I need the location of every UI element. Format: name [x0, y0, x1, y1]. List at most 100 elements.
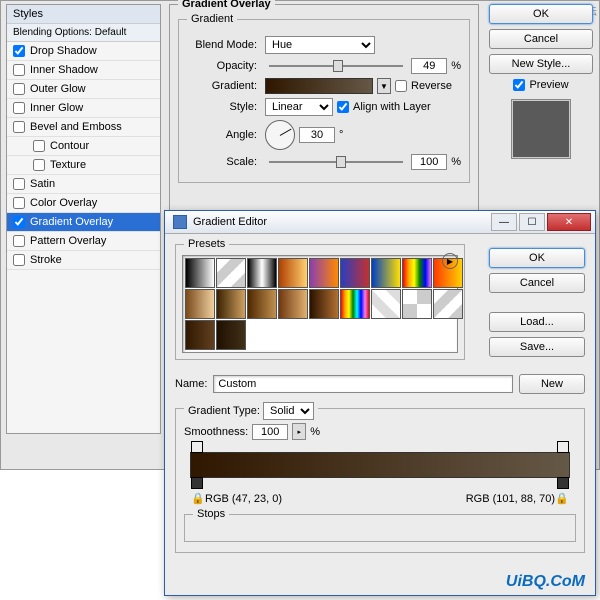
align-checkbox[interactable] — [337, 101, 349, 113]
preset-swatch[interactable] — [309, 258, 339, 288]
right-button-panel: OK Cancel New Style... Preview — [489, 4, 593, 167]
preset-swatch[interactable] — [185, 258, 215, 288]
preset-swatch[interactable] — [309, 289, 339, 319]
style-checkbox[interactable] — [13, 254, 25, 266]
gradient-editor-title: Gradient Editor — [193, 216, 267, 228]
style-checkbox[interactable] — [33, 159, 45, 171]
opacity-stop-right[interactable] — [557, 441, 569, 453]
stops-group: Stops — [184, 514, 576, 542]
opacity-input[interactable] — [411, 58, 447, 74]
preview-checkbox[interactable] — [513, 79, 525, 91]
preview-swatch — [511, 99, 571, 159]
opacity-slider[interactable] — [269, 65, 403, 67]
preset-swatch[interactable] — [433, 289, 463, 319]
ok-button[interactable]: OK — [489, 4, 593, 24]
styles-header[interactable]: Styles — [7, 5, 160, 24]
style-checkbox[interactable] — [13, 45, 25, 57]
panel-title: Gradient Overlay — [178, 0, 275, 10]
style-item-outer-glow[interactable]: Outer Glow — [7, 80, 160, 99]
style-item-satin[interactable]: Satin — [7, 175, 160, 194]
preset-swatch[interactable] — [185, 289, 215, 319]
ge-load-button[interactable]: Load... — [489, 312, 585, 332]
close-button[interactable]: ✕ — [547, 213, 591, 231]
style-label: Contour — [50, 140, 89, 152]
cancel-button[interactable]: Cancel — [489, 29, 593, 49]
style-item-drop-shadow[interactable]: Drop Shadow — [7, 42, 160, 61]
preset-swatch[interactable] — [340, 289, 370, 319]
style-label: Satin — [30, 178, 55, 190]
style-checkbox[interactable] — [13, 216, 25, 228]
presets-menu-button[interactable]: ▶ — [442, 253, 458, 269]
style-checkbox[interactable] — [13, 178, 25, 190]
preset-swatch[interactable] — [278, 289, 308, 319]
gradient-dropdown-arrow[interactable]: ▼ — [377, 78, 391, 94]
style-item-contour[interactable]: Contour — [7, 137, 160, 156]
angle-dial[interactable] — [265, 120, 295, 150]
presets-grid — [182, 255, 458, 353]
preset-swatch[interactable] — [216, 320, 246, 350]
angle-input[interactable] — [299, 127, 335, 143]
scale-input[interactable] — [411, 154, 447, 170]
maximize-button[interactable]: ☐ — [519, 213, 545, 231]
color-stop-right[interactable] — [557, 477, 569, 489]
preset-swatch[interactable] — [216, 289, 246, 319]
scale-label: Scale: — [187, 156, 257, 168]
gradient-group-title: Gradient — [187, 13, 237, 25]
style-item-pattern-overlay[interactable]: Pattern Overlay — [7, 232, 160, 251]
preset-swatch[interactable] — [402, 289, 432, 319]
ge-save-button[interactable]: Save... — [489, 337, 585, 357]
style-label: Outer Glow — [30, 83, 86, 95]
style-checkbox[interactable] — [13, 121, 25, 133]
style-item-stroke[interactable]: Stroke — [7, 251, 160, 270]
stops-label: Stops — [193, 508, 229, 520]
minimize-button[interactable]: — — [491, 213, 517, 231]
style-item-texture[interactable]: Texture — [7, 156, 160, 175]
reverse-checkbox[interactable] — [395, 80, 407, 92]
preset-swatch[interactable] — [340, 258, 370, 288]
style-select[interactable]: Linear — [265, 98, 333, 116]
style-label: Stroke — [30, 254, 62, 266]
blend-mode-select[interactable]: Hue — [265, 36, 375, 54]
smoothness-input[interactable] — [252, 424, 288, 440]
style-checkbox[interactable] — [13, 197, 25, 209]
style-item-gradient-overlay[interactable]: Gradient Overlay — [7, 213, 160, 232]
style-checkbox[interactable] — [13, 235, 25, 247]
gradient-picker[interactable] — [265, 78, 373, 94]
preview-label: Preview — [529, 79, 568, 91]
preset-swatch[interactable] — [371, 258, 401, 288]
style-checkbox[interactable] — [33, 140, 45, 152]
preset-swatch[interactable] — [402, 258, 432, 288]
color-stop-left[interactable] — [191, 477, 203, 489]
preset-swatch[interactable] — [247, 289, 277, 319]
preset-swatch[interactable] — [216, 258, 246, 288]
gradient-bar[interactable]: 🔒 RGB (47, 23, 0) RGB (101, 88, 70) 🔒 — [190, 452, 570, 478]
style-item-inner-glow[interactable]: Inner Glow — [7, 99, 160, 118]
gradient-type-label: Gradient Type: — [188, 405, 260, 417]
opacity-stop-left[interactable] — [191, 441, 203, 453]
style-item-inner-shadow[interactable]: Inner Shadow — [7, 61, 160, 80]
scale-slider[interactable] — [269, 161, 403, 163]
preset-swatch[interactable] — [247, 258, 277, 288]
smoothness-stepper[interactable]: ▸ — [292, 423, 306, 440]
style-item-color-overlay[interactable]: Color Overlay — [7, 194, 160, 213]
style-checkbox[interactable] — [13, 83, 25, 95]
rgb-left-label: RGB (47, 23, 0) — [205, 493, 282, 505]
preset-swatch[interactable] — [371, 289, 401, 319]
preset-swatch[interactable] — [185, 320, 215, 350]
style-checkbox[interactable] — [13, 64, 25, 76]
preset-swatch[interactable] — [278, 258, 308, 288]
blending-options-row[interactable]: Blending Options: Default — [7, 24, 160, 42]
opacity-pct: % — [451, 60, 461, 72]
gradient-editor-titlebar[interactable]: Gradient Editor — ☐ ✕ — [165, 211, 595, 234]
gradient-type-select[interactable]: Solid — [263, 402, 314, 420]
watermark-bottom: UiBQ.CoM — [506, 573, 585, 591]
style-checkbox[interactable] — [13, 102, 25, 114]
ge-ok-button[interactable]: OK — [489, 248, 585, 268]
ge-cancel-button[interactable]: Cancel — [489, 273, 585, 293]
name-input[interactable] — [213, 375, 513, 393]
style-item-bevel-and-emboss[interactable]: Bevel and Emboss — [7, 118, 160, 137]
new-style-button[interactable]: New Style... — [489, 54, 593, 74]
presets-label: Presets — [184, 238, 229, 250]
style-label: Color Overlay — [30, 197, 97, 209]
ge-new-button[interactable]: New — [519, 374, 585, 394]
